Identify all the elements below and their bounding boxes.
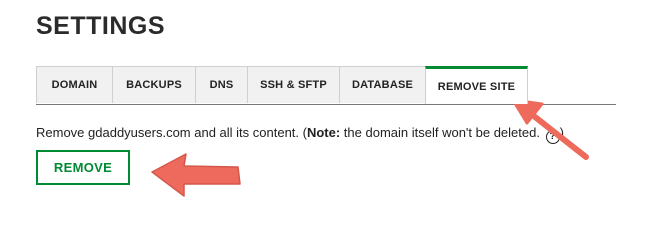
tab-database[interactable]: DATABASE [339,66,426,103]
tab-dns[interactable]: DNS [195,66,248,103]
tab-domain[interactable]: DOMAIN [36,66,113,103]
note-text: the domain itself won't be deleted. [340,125,540,140]
tab-ssh-sftp[interactable]: SSH & SFTP [247,66,340,103]
remove-site-description: Remove gdaddyusers.com and all its conte… [36,125,564,144]
remove-button[interactable]: REMOVE [36,150,130,185]
annotation-arrow-button-icon [151,153,241,197]
tab-backups[interactable]: BACKUPS [112,66,196,103]
note-label: Note: [306,125,341,140]
page-title: SETTINGS [36,12,166,40]
tab-remove-site[interactable]: REMOVE SITE [425,66,528,104]
desc-prefix: Remove gdaddyusers.com and all its conte… [36,125,307,140]
settings-tabs: DOMAIN BACKUPS DNS SSH & SFTP DATABASE R… [36,66,616,105]
question-circle-icon[interactable]: ? [545,130,560,144]
desc-suffix: ) [559,125,564,140]
settings-page: SETTINGS DOMAIN BACKUPS DNS SSH & SFTP D… [0,0,648,235]
